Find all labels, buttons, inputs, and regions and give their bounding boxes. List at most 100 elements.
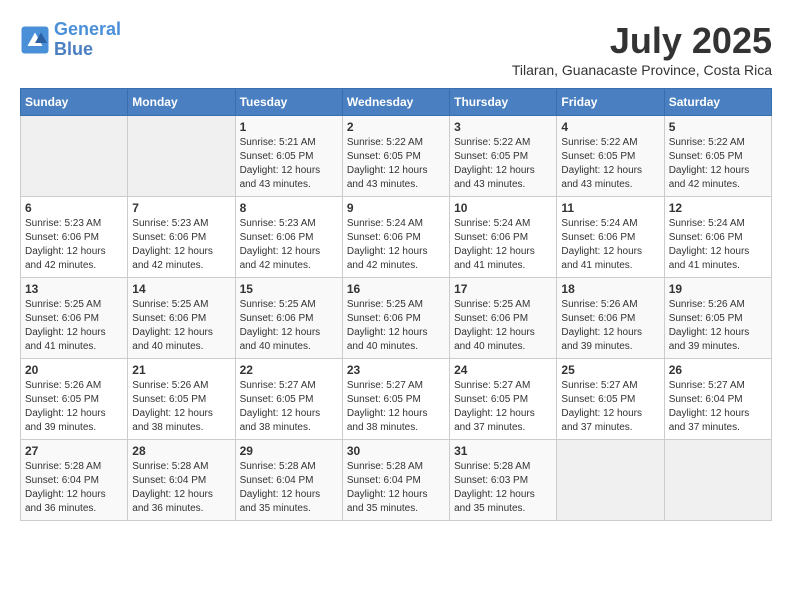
- day-number: 8: [240, 201, 338, 215]
- day-number: 26: [669, 363, 767, 377]
- sunset: Sunset: 6:06 PM: [561, 232, 635, 243]
- day-number: 23: [347, 363, 445, 377]
- day-number: 14: [132, 282, 230, 296]
- day-number: 20: [25, 363, 123, 377]
- col-thursday: Thursday: [450, 89, 557, 116]
- calendar-cell: 2 Sunrise: 5:22 AM Sunset: 6:05 PM Dayli…: [342, 116, 449, 197]
- daylight: Daylight: 12 hours and 39 minutes.: [25, 408, 106, 433]
- calendar-week-1: 1 Sunrise: 5:21 AM Sunset: 6:05 PM Dayli…: [21, 116, 772, 197]
- calendar-cell: 17 Sunrise: 5:25 AM Sunset: 6:06 PM Dayl…: [450, 278, 557, 359]
- day-number: 10: [454, 201, 552, 215]
- calendar-body: 1 Sunrise: 5:21 AM Sunset: 6:05 PM Dayli…: [21, 116, 772, 521]
- calendar-cell: 22 Sunrise: 5:27 AM Sunset: 6:05 PM Dayl…: [235, 359, 342, 440]
- calendar-cell: 28 Sunrise: 5:28 AM Sunset: 6:04 PM Dayl…: [128, 440, 235, 521]
- daylight: Daylight: 12 hours and 35 minutes.: [347, 489, 428, 514]
- calendar-cell: [21, 116, 128, 197]
- sunset: Sunset: 6:04 PM: [132, 475, 206, 486]
- day-number: 21: [132, 363, 230, 377]
- sunrise: Sunrise: 5:23 AM: [132, 218, 208, 229]
- day-detail: Sunrise: 5:24 AM Sunset: 6:06 PM Dayligh…: [347, 217, 445, 273]
- sunset: Sunset: 6:06 PM: [454, 232, 528, 243]
- sunrise: Sunrise: 5:25 AM: [132, 299, 208, 310]
- calendar-cell: 14 Sunrise: 5:25 AM Sunset: 6:06 PM Dayl…: [128, 278, 235, 359]
- day-number: 16: [347, 282, 445, 296]
- day-detail: Sunrise: 5:22 AM Sunset: 6:05 PM Dayligh…: [347, 136, 445, 192]
- sunset: Sunset: 6:06 PM: [454, 313, 528, 324]
- sunset: Sunset: 6:05 PM: [25, 394, 99, 405]
- sunrise: Sunrise: 5:25 AM: [25, 299, 101, 310]
- calendar-cell: 4 Sunrise: 5:22 AM Sunset: 6:05 PM Dayli…: [557, 116, 664, 197]
- daylight: Daylight: 12 hours and 37 minutes.: [454, 408, 535, 433]
- calendar-week-4: 20 Sunrise: 5:26 AM Sunset: 6:05 PM Dayl…: [21, 359, 772, 440]
- sunrise: Sunrise: 5:27 AM: [561, 380, 637, 391]
- sunrise: Sunrise: 5:27 AM: [669, 380, 745, 391]
- day-detail: Sunrise: 5:25 AM Sunset: 6:06 PM Dayligh…: [132, 298, 230, 354]
- day-detail: Sunrise: 5:28 AM Sunset: 6:04 PM Dayligh…: [347, 460, 445, 516]
- daylight: Daylight: 12 hours and 40 minutes.: [132, 327, 213, 352]
- daylight: Daylight: 12 hours and 43 minutes.: [240, 165, 321, 190]
- day-detail: Sunrise: 5:25 AM Sunset: 6:06 PM Dayligh…: [454, 298, 552, 354]
- daylight: Daylight: 12 hours and 43 minutes.: [454, 165, 535, 190]
- calendar-cell: 25 Sunrise: 5:27 AM Sunset: 6:05 PM Dayl…: [557, 359, 664, 440]
- logo-blue: Blue: [54, 39, 93, 59]
- sunset: Sunset: 6:05 PM: [347, 394, 421, 405]
- sunset: Sunset: 6:05 PM: [132, 394, 206, 405]
- daylight: Daylight: 12 hours and 43 minutes.: [561, 165, 642, 190]
- col-wednesday: Wednesday: [342, 89, 449, 116]
- sunrise: Sunrise: 5:21 AM: [240, 137, 316, 148]
- day-detail: Sunrise: 5:26 AM Sunset: 6:05 PM Dayligh…: [132, 379, 230, 435]
- daylight: Daylight: 12 hours and 41 minutes.: [561, 246, 642, 271]
- calendar-week-5: 27 Sunrise: 5:28 AM Sunset: 6:04 PM Dayl…: [21, 440, 772, 521]
- sunset: Sunset: 6:05 PM: [454, 151, 528, 162]
- sunset: Sunset: 6:06 PM: [240, 232, 314, 243]
- sunset: Sunset: 6:04 PM: [25, 475, 99, 486]
- daylight: Daylight: 12 hours and 38 minutes.: [347, 408, 428, 433]
- sunrise: Sunrise: 5:28 AM: [347, 461, 423, 472]
- daylight: Daylight: 12 hours and 42 minutes.: [669, 165, 750, 190]
- calendar-cell: 12 Sunrise: 5:24 AM Sunset: 6:06 PM Dayl…: [664, 197, 771, 278]
- calendar-week-2: 6 Sunrise: 5:23 AM Sunset: 6:06 PM Dayli…: [21, 197, 772, 278]
- day-detail: Sunrise: 5:27 AM Sunset: 6:04 PM Dayligh…: [669, 379, 767, 435]
- day-detail: Sunrise: 5:28 AM Sunset: 6:04 PM Dayligh…: [240, 460, 338, 516]
- daylight: Daylight: 12 hours and 38 minutes.: [240, 408, 321, 433]
- day-number: 30: [347, 444, 445, 458]
- logo-text: General Blue: [54, 20, 121, 60]
- sunrise: Sunrise: 5:25 AM: [347, 299, 423, 310]
- calendar-cell: 27 Sunrise: 5:28 AM Sunset: 6:04 PM Dayl…: [21, 440, 128, 521]
- day-number: 3: [454, 120, 552, 134]
- sunrise: Sunrise: 5:26 AM: [561, 299, 637, 310]
- day-detail: Sunrise: 5:23 AM Sunset: 6:06 PM Dayligh…: [132, 217, 230, 273]
- calendar-cell: [128, 116, 235, 197]
- sunset: Sunset: 6:05 PM: [454, 394, 528, 405]
- calendar-cell: 5 Sunrise: 5:22 AM Sunset: 6:05 PM Dayli…: [664, 116, 771, 197]
- daylight: Daylight: 12 hours and 42 minutes.: [25, 246, 106, 271]
- sunset: Sunset: 6:06 PM: [347, 232, 421, 243]
- daylight: Daylight: 12 hours and 35 minutes.: [454, 489, 535, 514]
- col-monday: Monday: [128, 89, 235, 116]
- sunset: Sunset: 6:06 PM: [347, 313, 421, 324]
- daylight: Daylight: 12 hours and 39 minutes.: [561, 327, 642, 352]
- calendar-cell: 8 Sunrise: 5:23 AM Sunset: 6:06 PM Dayli…: [235, 197, 342, 278]
- day-detail: Sunrise: 5:23 AM Sunset: 6:06 PM Dayligh…: [240, 217, 338, 273]
- day-number: 12: [669, 201, 767, 215]
- day-detail: Sunrise: 5:25 AM Sunset: 6:06 PM Dayligh…: [240, 298, 338, 354]
- col-tuesday: Tuesday: [235, 89, 342, 116]
- sunset: Sunset: 6:05 PM: [347, 151, 421, 162]
- logo-icon: [20, 25, 50, 55]
- sunset: Sunset: 6:06 PM: [240, 313, 314, 324]
- day-detail: Sunrise: 5:28 AM Sunset: 6:04 PM Dayligh…: [132, 460, 230, 516]
- sunrise: Sunrise: 5:23 AM: [240, 218, 316, 229]
- sunset: Sunset: 6:05 PM: [669, 151, 743, 162]
- daylight: Daylight: 12 hours and 41 minutes.: [25, 327, 106, 352]
- calendar-cell: 18 Sunrise: 5:26 AM Sunset: 6:06 PM Dayl…: [557, 278, 664, 359]
- day-detail: Sunrise: 5:27 AM Sunset: 6:05 PM Dayligh…: [454, 379, 552, 435]
- sunrise: Sunrise: 5:26 AM: [669, 299, 745, 310]
- calendar-cell: [664, 440, 771, 521]
- day-detail: Sunrise: 5:26 AM Sunset: 6:06 PM Dayligh…: [561, 298, 659, 354]
- sunset: Sunset: 6:06 PM: [669, 232, 743, 243]
- calendar-cell: 31 Sunrise: 5:28 AM Sunset: 6:03 PM Dayl…: [450, 440, 557, 521]
- daylight: Daylight: 12 hours and 43 minutes.: [347, 165, 428, 190]
- title-month: July 2025: [512, 20, 772, 62]
- sunrise: Sunrise: 5:26 AM: [132, 380, 208, 391]
- day-number: 28: [132, 444, 230, 458]
